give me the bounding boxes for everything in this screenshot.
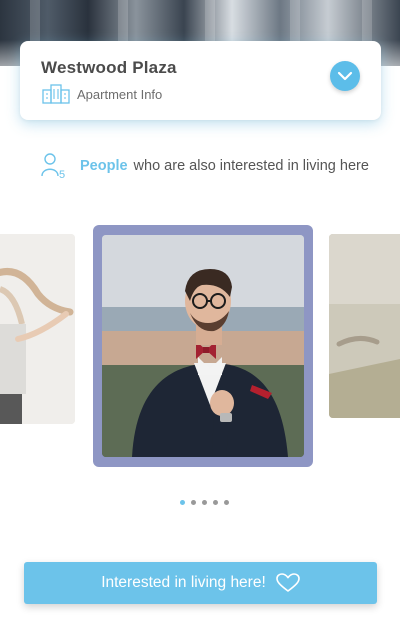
people-count-badge: 5 (59, 169, 65, 180)
apartment-info-label: Apartment Info (77, 86, 163, 102)
apartment-info-link[interactable]: Apartment Info (42, 84, 162, 104)
woman-photo (0, 234, 75, 424)
pagination-dot[interactable] (191, 500, 196, 505)
property-card: Westwood Plaza Apartment Info (20, 41, 381, 120)
field-photo (329, 234, 400, 418)
pagination-dot[interactable] (180, 500, 185, 505)
pagination-dot[interactable] (202, 500, 207, 505)
person-icon: 5 (41, 153, 65, 180)
property-name: Westwood Plaza (41, 58, 177, 77)
carousel-slide-current[interactable] (93, 225, 313, 467)
carousel-pagination (180, 499, 235, 506)
people-interested-row: 5 People who are also interested in livi… (40, 152, 369, 180)
expand-toggle-button[interactable] (330, 61, 360, 91)
man-portrait (102, 235, 304, 457)
man-photo (102, 235, 304, 457)
pagination-dot[interactable] (224, 500, 229, 505)
interested-button[interactable]: Interested in living here! (24, 562, 377, 604)
people-description: who are also interested in living here (133, 158, 369, 174)
heart-icon (275, 573, 300, 592)
chevron-down-icon (337, 71, 353, 81)
pagination-dot[interactable] (213, 500, 218, 505)
carousel-slide-next[interactable] (329, 234, 400, 418)
building-icon (42, 84, 70, 104)
people-highlight: People (80, 158, 128, 174)
carousel-slide-previous[interactable] (0, 234, 75, 424)
interested-button-label: Interested in living here! (101, 574, 266, 591)
